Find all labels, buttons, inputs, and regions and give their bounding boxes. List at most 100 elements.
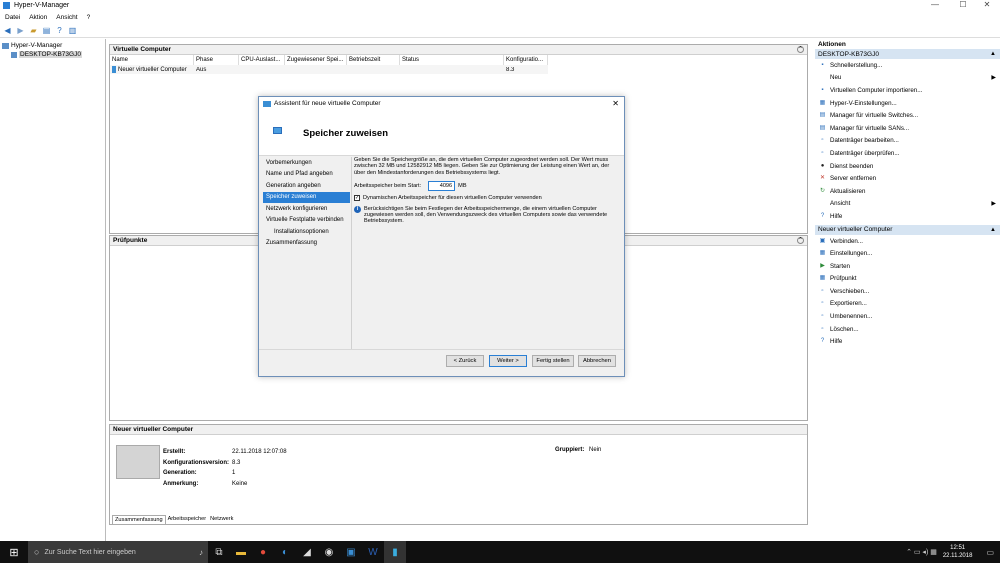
action-item[interactable]: Ansicht ▶ xyxy=(815,198,1000,211)
column-config[interactable]: Konfiguratio... xyxy=(504,55,548,65)
wizard-step-netzwerk[interactable]: Netzwerk konfigurieren xyxy=(263,203,350,215)
action-item[interactable]: ? Hilfe xyxy=(815,210,1000,223)
dialog-titlebar: Assistent für neue virtuelle Computer ✕ xyxy=(259,97,624,110)
taskbar-search-box[interactable]: ○ Zur Suche Text hier eingeben ♪ xyxy=(28,541,208,563)
action-item-label: Exportieren... xyxy=(830,300,867,308)
action-item[interactable]: ▫ Exportieren... xyxy=(815,298,1000,311)
export-icon: ▫ xyxy=(821,300,824,307)
wizard-step-vorbemerkungen[interactable]: Vorbemerkungen xyxy=(263,157,350,169)
help-icon[interactable]: ? xyxy=(55,26,64,35)
column-memory[interactable]: Zugewiesener Spei... xyxy=(285,55,347,65)
action-item[interactable]: ? Hilfe xyxy=(815,335,1000,348)
console-tree-icon[interactable]: ▤ xyxy=(42,26,51,35)
action-item[interactable]: ▫ Datenträger überprüfen... xyxy=(815,147,1000,160)
action-item[interactable]: ▤ Manager für virtuelle SANs... xyxy=(815,122,1000,135)
action-item[interactable]: ▤ Manager für virtuelle Switches... xyxy=(815,109,1000,122)
wizard-step-festplatte[interactable]: Virtuelle Festplatte verbinden xyxy=(263,215,350,227)
windows-start-icon[interactable]: ⊞ xyxy=(0,541,28,563)
action-item-label: Virtuellen Computer importieren... xyxy=(830,86,923,94)
close-button[interactable]: ✕ xyxy=(974,0,1000,11)
file-explorer-icon[interactable]: ▬ xyxy=(230,541,252,563)
column-cpu[interactable]: CPU-Auslast... xyxy=(239,55,285,65)
action-item-label: Neu xyxy=(830,74,842,82)
action-item[interactable]: ▶ Starten xyxy=(815,260,1000,273)
finish-button[interactable]: Fertig stellen xyxy=(532,355,574,367)
app-icon[interactable]: ◢ xyxy=(296,541,318,563)
menu-aktion[interactable]: Aktion xyxy=(29,14,47,21)
menu-datei[interactable]: Datei xyxy=(5,14,20,21)
menu-help[interactable]: ? xyxy=(87,14,91,21)
vm-actions-header[interactable]: Neuer virtueller Computer ▲ xyxy=(815,224,1000,235)
wizard-step-name-pfad[interactable]: Name und Pfad angeben xyxy=(263,169,350,181)
vm-name: Neuer virtueller Computer xyxy=(118,66,187,73)
tree-host-label: DESKTOP-KB73GJ0 xyxy=(19,51,82,58)
action-item[interactable]: ▪ Virtuellen Computer importieren... xyxy=(815,84,1000,97)
table-row[interactable]: Neuer virtueller Computer Aus 8.3 xyxy=(110,65,548,74)
column-uptime[interactable]: Betriebszeit xyxy=(347,55,400,65)
word-icon[interactable]: W xyxy=(362,541,384,563)
maximize-button[interactable]: ☐ xyxy=(950,0,976,11)
notification-icon[interactable]: ▭ xyxy=(986,548,994,557)
chrome-icon[interactable]: ● xyxy=(252,541,274,563)
back-arrow-icon[interactable]: ◀ xyxy=(3,26,12,35)
column-name[interactable]: Name xyxy=(110,55,194,65)
refresh-icon: ↻ xyxy=(819,187,826,194)
startup-memory-input[interactable] xyxy=(428,181,456,192)
dialog-footer-divider xyxy=(259,349,624,350)
action-item[interactable]: ● Dienst beenden xyxy=(815,160,1000,173)
tree-host[interactable]: DESKTOP-KB73GJ0 xyxy=(0,50,105,59)
task-view-icon[interactable]: ⧉ xyxy=(208,541,230,563)
forward-arrow-icon[interactable]: ▶ xyxy=(16,26,25,35)
wizard-step-generation[interactable]: Generation angeben xyxy=(263,180,350,192)
column-phase[interactable]: Phase xyxy=(194,55,239,65)
column-status[interactable]: Status xyxy=(400,55,504,65)
menu-ansicht[interactable]: Ansicht xyxy=(56,14,77,21)
wizard-step-zusammenfassung[interactable]: Zusammenfassung xyxy=(263,238,350,250)
minimize-button[interactable]: — xyxy=(922,0,948,11)
action-item[interactable]: ▦ Einstellungen... xyxy=(815,247,1000,260)
field-label: Anmerkung: xyxy=(163,480,199,487)
collapse-arrow-icon[interactable]: ▲ xyxy=(990,227,996,233)
wizard-step-speicher[interactable]: Speicher zuweisen xyxy=(263,191,350,203)
clock[interactable]: 12:51 22.11.2018 xyxy=(943,544,973,560)
vm-name-cell: Neuer virtueller Computer xyxy=(110,66,194,73)
action-item[interactable]: ▦ Hyper-V-Einstellungen... xyxy=(815,97,1000,110)
submenu-arrow-icon: ▶ xyxy=(991,75,996,82)
collapse-icon[interactable]: ⌃ xyxy=(797,237,804,244)
action-item[interactable]: ✕ Server entfernen xyxy=(815,172,1000,185)
action-item-label: Hyper-V-Einstellungen... xyxy=(830,99,897,107)
collapse-icon[interactable]: ⌃ xyxy=(797,46,804,53)
hyperv-taskbar-icon[interactable]: ▮ xyxy=(384,541,406,563)
action-item[interactable]: ▫ Datenträger bearbeiten... xyxy=(815,135,1000,148)
dialog-close-icon[interactable]: ✕ xyxy=(612,99,619,108)
action-item[interactable]: ▣ Verbinden... xyxy=(815,235,1000,248)
app-icon[interactable]: ◉ xyxy=(318,541,340,563)
edge-icon[interactable]: ◐ xyxy=(274,541,296,563)
clock-date: 22.11.2018 xyxy=(942,553,973,559)
tab-zusammenfassung[interactable]: Zusammenfassung xyxy=(112,515,166,524)
field-value: 1 xyxy=(232,470,236,476)
back-button[interactable]: < Zurück xyxy=(446,355,484,367)
tab-arbeitsspeicher[interactable]: Arbeitsspeicher xyxy=(166,515,209,524)
action-item[interactable]: ▫ Löschen... xyxy=(815,323,1000,336)
cancel-button[interactable]: Abbrechen xyxy=(578,355,616,367)
action-item[interactable]: ▫ Verschieben... xyxy=(815,285,1000,298)
wizard-step-installation[interactable]: Installationsoptionen xyxy=(263,226,350,238)
action-item[interactable]: ↻ Aktualisieren xyxy=(815,185,1000,198)
delete-icon: ▫ xyxy=(821,325,824,332)
action-pane-icon[interactable]: ▥ xyxy=(68,26,77,35)
tab-netzwerk[interactable]: Netzwerk xyxy=(208,515,235,524)
tree-root[interactable]: Hyper-V-Manager xyxy=(0,41,105,50)
collapse-arrow-icon[interactable]: ▲ xyxy=(990,51,996,57)
app-icon[interactable]: ▣ xyxy=(340,541,362,563)
next-button[interactable]: Weiter > xyxy=(489,355,527,367)
microphone-icon[interactable]: ♪ xyxy=(199,548,203,557)
host-actions-header[interactable]: DESKTOP-KB73GJ0 ▲ xyxy=(815,49,1000,59)
action-item[interactable]: ▪ Schnellerstellung... xyxy=(815,59,1000,72)
dynamic-memory-checkbox[interactable]: ✓ xyxy=(354,195,360,202)
action-item[interactable]: Neu ▶ xyxy=(815,72,1000,85)
tray-icons[interactable]: ⌃ ▭ ◂) ▦ xyxy=(906,548,937,556)
folder-up-icon[interactable]: ▰ xyxy=(29,26,38,35)
action-item[interactable]: ▦ Prüfpunkt xyxy=(815,273,1000,286)
action-item[interactable]: ▫ Umbenennen... xyxy=(815,310,1000,323)
